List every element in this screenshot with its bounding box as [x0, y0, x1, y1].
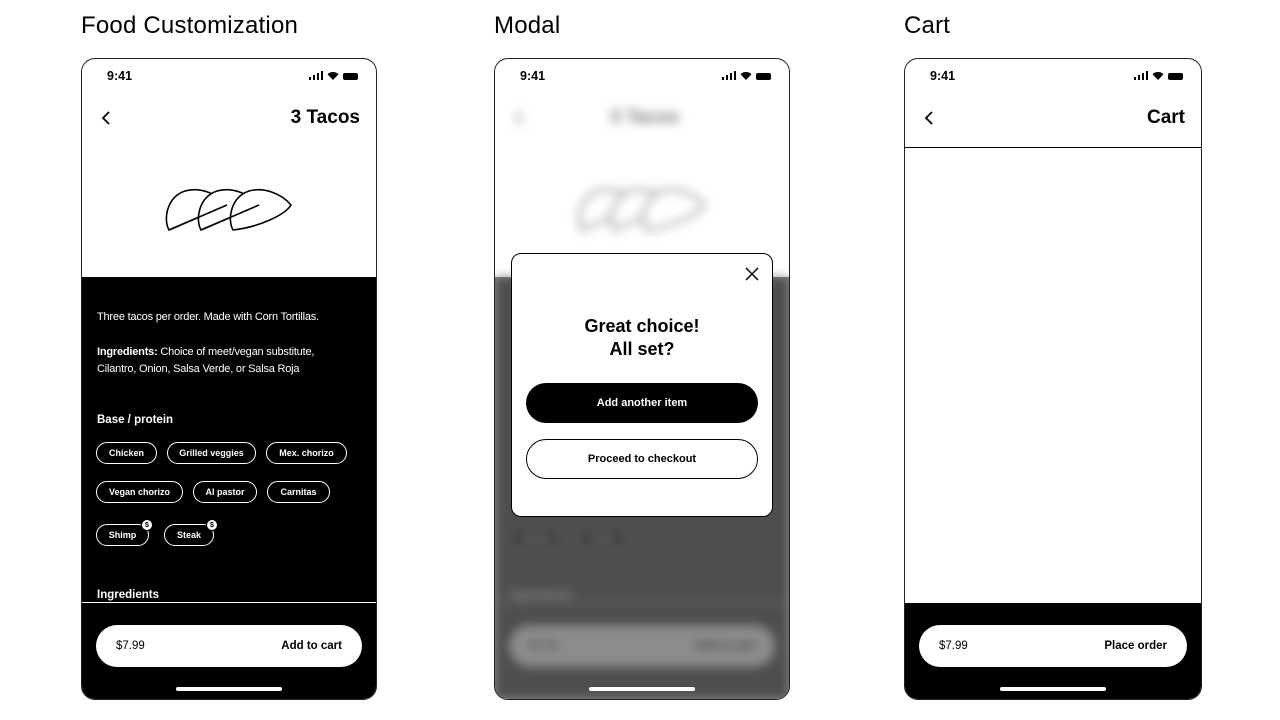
modal-heading: Great choice! All set? — [512, 315, 772, 361]
option-label: Chicken — [108, 448, 144, 458]
option-label: Al pastor — [205, 487, 245, 497]
premium-dollar-icon: $ — [141, 519, 153, 531]
wifi-icon — [327, 72, 339, 80]
signal-icon — [1133, 71, 1148, 80]
option-mex-chorizo[interactable]: Mex. chorizo — [266, 442, 347, 464]
option-shimp[interactable]: Shimp $ — [96, 519, 153, 546]
signal-icon — [308, 71, 323, 80]
option-vegan-chorizo[interactable]: Vegan chorizo — [96, 481, 183, 503]
tacos-icon — [578, 188, 706, 232]
option-label: Shimp — [108, 530, 137, 540]
add-another-item-button[interactable]: Add another item — [526, 383, 758, 423]
navbar: 3 Tacos — [495, 99, 789, 139]
tacos-illustration — [82, 149, 376, 269]
section-title-food-customization: Food Customization — [81, 12, 299, 39]
navbar: 3 Tacos — [82, 99, 376, 139]
modal-heading-line2: All set? — [609, 339, 675, 359]
status-bar: 9:41 — [82, 59, 376, 95]
page-title: Cart — [1146, 107, 1185, 128]
option-label: Mex. chorizo — [279, 448, 334, 458]
place-order-button[interactable]: $7.99 Place order — [919, 625, 1187, 667]
tacos-icon — [165, 189, 292, 232]
status-icons — [308, 71, 358, 80]
ingredients-summary: Ingredients: Choice of meet/vegan substi… — [97, 344, 347, 378]
option-label: Carnitas — [280, 487, 317, 497]
proceed-to-checkout-button[interactable]: Proceed to checkout — [526, 439, 758, 479]
header-divider — [905, 147, 1201, 148]
tacos-illustration — [495, 149, 789, 269]
price-label: $7.99 — [939, 640, 968, 652]
option-label: Steak — [176, 530, 202, 540]
option-al-pastor[interactable]: Al pastor — [193, 481, 257, 503]
option-label: Grilled veggies — [179, 448, 244, 458]
home-indicator — [176, 687, 282, 691]
page-title: 3 Tacos — [290, 107, 360, 128]
option-steak[interactable]: Steak $ — [164, 519, 218, 546]
ingredients-section-label: Ingredients — [97, 589, 159, 601]
place-order-label: Place order — [1104, 640, 1167, 652]
ingredients-label: Ingredients: — [97, 346, 158, 358]
base-protein-label: Base / protein — [97, 414, 174, 426]
add-to-cart-button[interactable]: $7.99 Add to cart — [96, 625, 362, 667]
divider — [82, 602, 376, 603]
customization-panel: Three tacos per order. Made with Corn To… — [82, 277, 376, 699]
home-indicator — [589, 687, 695, 691]
section-title-modal: Modal — [494, 12, 561, 39]
section-title-cart: Cart — [904, 12, 951, 39]
modal-heading-line1: Great choice! — [584, 316, 700, 336]
wifi-icon — [1152, 72, 1164, 80]
home-indicator — [1000, 687, 1106, 691]
close-icon[interactable] — [744, 266, 760, 282]
back-chevron-icon[interactable] — [921, 109, 939, 127]
navbar: Cart — [905, 99, 1201, 139]
status-icons — [1133, 71, 1183, 80]
back-chevron-icon — [514, 111, 523, 125]
confirmation-modal: Great choice! All set? Add another item … — [511, 253, 773, 517]
battery-icon — [1168, 73, 1183, 80]
page-title: 3 Tacos — [610, 107, 680, 128]
status-time: 9:41 — [107, 69, 133, 83]
status-bar: 9:41 — [905, 59, 1201, 95]
phone-food-customization: 9:41 3 Tacos Three tacos per order. Made… — [81, 58, 377, 700]
phone-cart: 9:41 Cart $7.99 Place order — [904, 58, 1202, 700]
back-chevron-icon[interactable] — [98, 109, 116, 127]
option-label: Vegan chorizo — [108, 487, 170, 497]
status-time: 9:41 — [930, 69, 956, 83]
option-chicken[interactable]: Chicken — [96, 442, 157, 464]
battery-icon — [343, 73, 358, 80]
cart-footer: $7.99 Place order — [905, 603, 1201, 699]
add-to-cart-label: Add to cart — [281, 640, 342, 652]
food-description: Three tacos per order. Made with Corn To… — [97, 311, 319, 323]
phone-modal: 9:41 3 Tacos Shimp Steak Ingredients $7.… — [494, 58, 790, 700]
premium-dollar-icon: $ — [206, 519, 218, 531]
option-carnitas[interactable]: Carnitas — [267, 481, 330, 503]
price-label: $7.99 — [116, 640, 145, 652]
option-grilled-veggies[interactable]: Grilled veggies — [167, 442, 256, 464]
